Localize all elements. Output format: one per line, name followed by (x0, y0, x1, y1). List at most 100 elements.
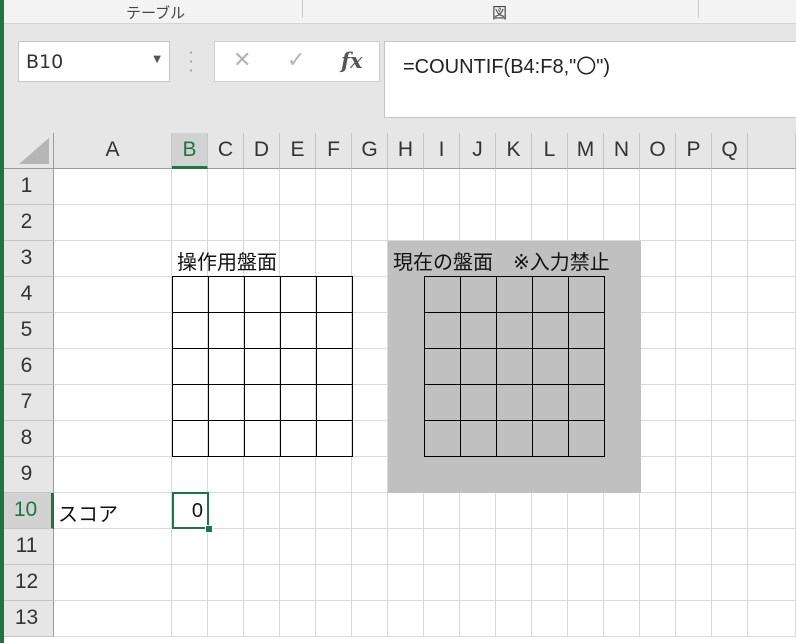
operation-board-cell[interactable] (280, 420, 317, 457)
cell-C13[interactable] (208, 601, 244, 637)
cell-L11[interactable] (532, 529, 568, 565)
operation-board-cell[interactable] (172, 312, 209, 349)
operation-board-cell[interactable] (208, 276, 245, 313)
cell-B12[interactable] (172, 565, 208, 601)
operation-board-cell[interactable] (316, 276, 353, 313)
cancel-icon[interactable]: ✕ (233, 48, 251, 73)
cell-G5[interactable] (352, 313, 388, 349)
insert-function-icon[interactable]: fx (341, 48, 363, 73)
row-header-12[interactable]: 12 (0, 565, 54, 601)
cell-partial-8[interactable] (748, 421, 796, 457)
cell-E3[interactable] (280, 241, 316, 277)
cell-G13[interactable] (352, 601, 388, 637)
cell-P2[interactable] (676, 205, 712, 241)
cell-J2[interactable] (460, 205, 496, 241)
cell-L2[interactable] (532, 205, 568, 241)
cell-P4[interactable] (676, 277, 712, 313)
cell-D12[interactable] (244, 565, 280, 601)
cell-P5[interactable] (676, 313, 712, 349)
operation-board-cell[interactable] (172, 348, 209, 385)
cell-partial-7[interactable] (748, 385, 796, 421)
current-board-cell[interactable] (460, 384, 497, 421)
operation-board-cell[interactable] (244, 384, 281, 421)
row-header-7[interactable]: 7 (0, 385, 54, 421)
cell-partial-1[interactable] (748, 169, 796, 205)
column-header-partial[interactable] (748, 133, 796, 169)
cell-B9[interactable] (172, 457, 208, 493)
column-header-F[interactable]: F (316, 133, 352, 169)
cell-F10[interactable] (316, 493, 352, 529)
cell-F2[interactable] (316, 205, 352, 241)
current-board-cell[interactable] (532, 276, 569, 313)
cell-H1[interactable] (388, 169, 424, 205)
cell-J10[interactable] (460, 493, 496, 529)
current-board-cell[interactable] (460, 312, 497, 349)
cell-partial-9[interactable] (748, 457, 796, 493)
cell-D2[interactable] (244, 205, 280, 241)
name-box[interactable]: B10 ▼ (18, 41, 170, 82)
cell-A12[interactable] (54, 565, 172, 601)
cell-M11[interactable] (568, 529, 604, 565)
cell-M2[interactable] (568, 205, 604, 241)
cell-Q8[interactable] (712, 421, 748, 457)
cell-P7[interactable] (676, 385, 712, 421)
cell-D10[interactable] (244, 493, 280, 529)
fill-handle[interactable] (205, 525, 213, 533)
cell-P8[interactable] (676, 421, 712, 457)
cell-E11[interactable] (280, 529, 316, 565)
cell-K12[interactable] (496, 565, 532, 601)
cell-O10[interactable] (640, 493, 676, 529)
cell-E10[interactable] (280, 493, 316, 529)
column-header-Q[interactable]: Q (712, 133, 748, 169)
cell-K1[interactable] (496, 169, 532, 205)
column-header-K[interactable]: K (496, 133, 532, 169)
row-header-8[interactable]: 8 (0, 421, 54, 457)
current-board-cell[interactable] (424, 312, 461, 349)
current-board-cell[interactable] (460, 420, 497, 457)
cell-G4[interactable] (352, 277, 388, 313)
cell-N10[interactable] (604, 493, 640, 529)
cell-Q4[interactable] (712, 277, 748, 313)
cell-Q10[interactable] (712, 493, 748, 529)
column-header-D[interactable]: D (244, 133, 280, 169)
current-board-cell[interactable] (532, 384, 569, 421)
cell-N2[interactable] (604, 205, 640, 241)
cell-A1[interactable] (54, 169, 172, 205)
row-header-13[interactable]: 13 (0, 601, 54, 637)
current-board-cell[interactable] (496, 276, 533, 313)
operation-board-cell[interactable] (280, 312, 317, 349)
cell-Q13[interactable] (712, 601, 748, 637)
cell-Q2[interactable] (712, 205, 748, 241)
operation-board-cell[interactable] (316, 312, 353, 349)
cell-I2[interactable] (424, 205, 460, 241)
cell-N13[interactable] (604, 601, 640, 637)
operation-board-cell[interactable] (280, 348, 317, 385)
cell-C10[interactable] (208, 493, 244, 529)
current-board-cell[interactable] (460, 348, 497, 385)
cell-O9[interactable] (640, 457, 676, 493)
row-header-3[interactable]: 3 (0, 241, 54, 277)
cell-P11[interactable] (676, 529, 712, 565)
cell-O4[interactable] (640, 277, 676, 313)
cell-D11[interactable] (244, 529, 280, 565)
operation-board-cell[interactable] (172, 420, 209, 457)
cell-J12[interactable] (460, 565, 496, 601)
row-header-11[interactable]: 11 (0, 529, 54, 565)
cell-H2[interactable] (388, 205, 424, 241)
current-board-cell[interactable] (532, 420, 569, 457)
operation-board-cell[interactable] (208, 420, 245, 457)
operation-board-cell[interactable] (244, 348, 281, 385)
cell-Q6[interactable] (712, 349, 748, 385)
cell-A6[interactable] (54, 349, 172, 385)
cell-O12[interactable] (640, 565, 676, 601)
cell-B11[interactable] (172, 529, 208, 565)
cell-K2[interactable] (496, 205, 532, 241)
row-header-5[interactable]: 5 (0, 313, 54, 349)
more-options-dots-icon[interactable]: · · · (186, 45, 196, 79)
column-header-E[interactable]: E (280, 133, 316, 169)
cell-B1[interactable] (172, 169, 208, 205)
operation-board-cell[interactable] (316, 420, 353, 457)
cell-A2[interactable] (54, 205, 172, 241)
cell-G8[interactable] (352, 421, 388, 457)
cell-N11[interactable] (604, 529, 640, 565)
